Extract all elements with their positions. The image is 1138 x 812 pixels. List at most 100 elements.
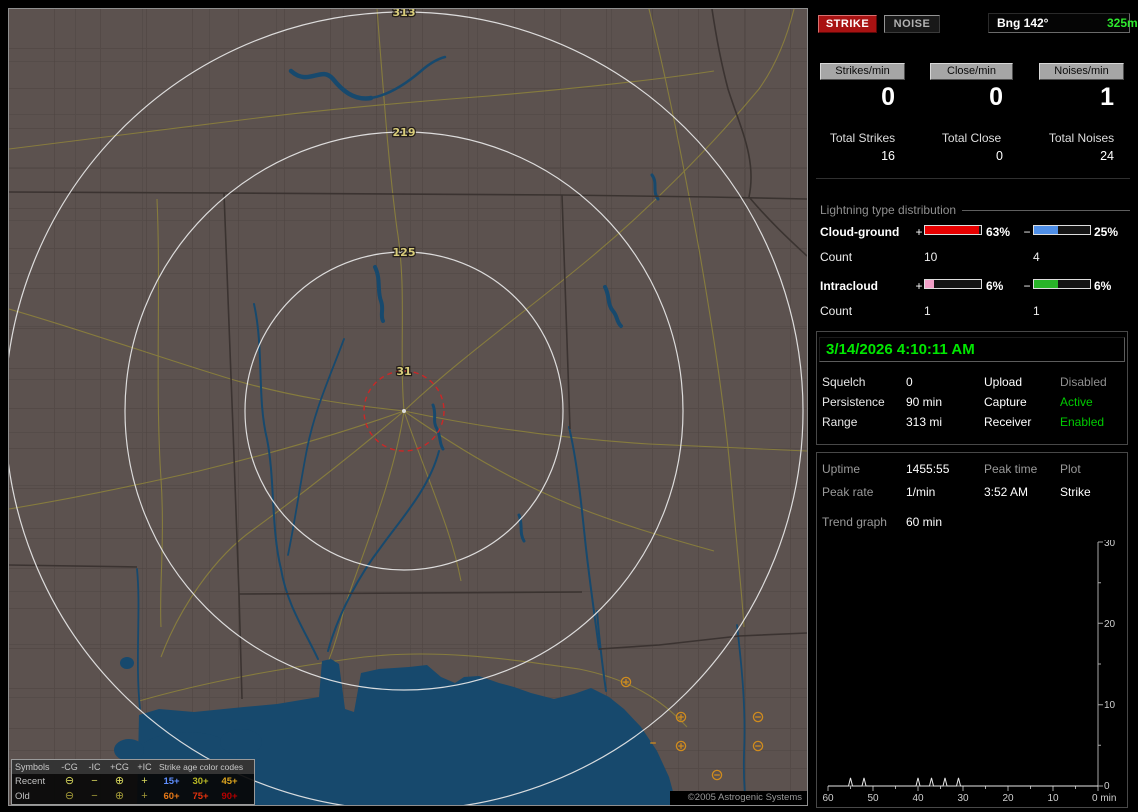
x-tick-50: 50 xyxy=(867,793,879,804)
count-label: Count xyxy=(820,304,853,318)
x-tick-20: 20 xyxy=(1002,793,1014,804)
ic-count-row: Count 1 1 xyxy=(820,304,1132,318)
y-tick-30: 30 xyxy=(1104,540,1116,549)
cloud-ground-label: Cloud-ground xyxy=(820,225,900,239)
cg-minus-count: 4 xyxy=(1033,250,1040,264)
x-tick-10: 10 xyxy=(1047,793,1059,804)
plot-label: Plot xyxy=(1060,462,1081,476)
strikes-per-min-badge: Strikes/min xyxy=(820,63,905,80)
range-label: Range xyxy=(822,415,858,429)
status-row-persistence: Persistence 90 min Capture Active xyxy=(818,395,1132,413)
ic-plus-percent: 6% xyxy=(986,279,1004,293)
cg-count-row: Count 10 4 xyxy=(820,250,1132,264)
distribution-title-text: Lightning type distribution xyxy=(820,203,957,217)
x-tick-60: 60 xyxy=(822,793,834,804)
upload-label: Upload xyxy=(984,375,1023,389)
cloud-ground-row: Cloud-ground + 63% − 25% xyxy=(820,225,1132,240)
radar-map[interactable]: 313 219 125 31 xyxy=(9,9,807,805)
persistence-label: Persistence xyxy=(822,395,885,409)
range-ring-label: 125 xyxy=(393,246,416,259)
trend-axes xyxy=(828,542,1099,787)
legend-old-row: Old ⊖ − ⊕ + 60+ 75+ 90+ xyxy=(12,789,254,804)
ic-plus-count: 1 xyxy=(924,304,931,318)
total-close-value: 0 xyxy=(996,149,1003,163)
age-30: 30+ xyxy=(192,776,209,787)
persistence-value: 90 min xyxy=(906,395,943,409)
uptime-label: Uptime xyxy=(822,462,861,476)
uptime-value: 1455:55 xyxy=(906,462,950,476)
age-60: 60+ xyxy=(163,791,180,802)
receiver-location-dot xyxy=(402,409,406,413)
map-legend: Symbols -CG -IC +CG +IC Strike age color… xyxy=(11,759,255,805)
copyright-text: ©2005 Astrogenic Systems xyxy=(670,791,807,805)
status-row-range: Range 313 mi Receiver Enabled xyxy=(818,415,1132,433)
system-datetime: 3/14/2026 4:10:11 AM xyxy=(819,337,1125,362)
peak-rate-value: 1/min xyxy=(906,485,936,499)
bearing-indicator: Bng 142° 325mi xyxy=(988,13,1138,33)
legend-old-label: Old xyxy=(15,791,30,802)
total-noises-value: 24 xyxy=(1100,149,1114,163)
noises-per-min-value: 1 xyxy=(1100,83,1114,111)
trend-row: Trend graph 60 min xyxy=(818,515,1132,533)
noises-per-min-badge: Noises/min xyxy=(1039,63,1124,80)
circle-minus-icon: ⊖ xyxy=(64,775,75,787)
trend-line xyxy=(828,777,1098,787)
legend-recent-label: Recent xyxy=(15,776,46,787)
cg-minus-percent: 25% xyxy=(1094,225,1119,239)
trend-graph: 30 20 10 0 60 50 40 30 20 10 0 min xyxy=(822,540,1116,804)
total-noises-label: Total Noises xyxy=(1048,131,1115,145)
capture-label: Capture xyxy=(984,395,1027,409)
ic-minus-bar xyxy=(1033,279,1091,289)
peak-time-value: 3:52 AM xyxy=(984,485,1029,499)
age-45: 45+ xyxy=(221,776,238,787)
legend-col-pcg: +CG xyxy=(110,762,129,772)
range-ring-label: 31 xyxy=(396,365,411,378)
y-ticks xyxy=(1098,541,1103,787)
session-row-1: Uptime 1455:55 Peak time Plot xyxy=(818,462,1132,480)
circle-plus-icon: ⊕ xyxy=(114,775,125,787)
upload-status: Disabled xyxy=(1060,375,1107,389)
capture-status: Active xyxy=(1060,395,1093,409)
squelch-value: 0 xyxy=(906,375,913,389)
legend-col-ncg: -CG xyxy=(61,762,78,772)
plot-value: Strike xyxy=(1060,485,1091,499)
cg-plus-bar xyxy=(924,225,982,235)
status-row-squelch: Squelch 0 Upload Disabled xyxy=(818,375,1132,393)
trend-graph-label: Trend graph xyxy=(822,515,887,529)
divider xyxy=(816,178,1130,179)
cg-plus-count: 10 xyxy=(924,250,938,264)
sidebar: STRIKE NOISE Bng 142° 325mi Strikes/min … xyxy=(812,0,1138,812)
plus-icon: + xyxy=(141,775,148,787)
legend-recent-row: Recent ⊖ − ⊕ + 15+ 30+ 45+ xyxy=(12,774,254,789)
app-window: { "toolbar": { "strike": "STRIKE", "nois… xyxy=(0,0,1138,812)
legend-age-header: Strike age color codes xyxy=(159,762,244,772)
legend-symbols-header: Symbols xyxy=(15,762,50,772)
legend-col-nic: -IC xyxy=(88,762,101,772)
radar-map-panel[interactable]: 313 219 125 31 Symbols -CG -IC +CG +IC Stri… xyxy=(8,8,808,806)
bearing-value: Bng 142° xyxy=(997,16,1049,30)
y-tick-0: 0 xyxy=(1104,781,1110,792)
count-label: Count xyxy=(820,250,853,264)
x-tick-0-min: 0 min xyxy=(1092,793,1116,804)
x-ticks xyxy=(827,786,1099,791)
plus-sign: + xyxy=(915,279,923,293)
legend-header-row: Symbols -CG -IC +CG +IC Strike age color… xyxy=(12,760,254,774)
age-75: 75+ xyxy=(192,791,209,802)
total-close-label: Total Close xyxy=(941,131,1002,145)
total-strikes-label: Total Strikes xyxy=(829,131,896,145)
circle-plus-icon: ⊕ xyxy=(114,790,125,802)
squelch-label: Squelch xyxy=(822,375,866,389)
strikes-per-min-value: 0 xyxy=(881,83,895,111)
range-value: 313 mi xyxy=(906,415,943,429)
plus-icon: + xyxy=(141,790,148,802)
noise-mode-button[interactable]: NOISE xyxy=(884,15,940,33)
close-per-min-badge: Close/min xyxy=(930,63,1013,80)
range-ring-label: 313 xyxy=(393,9,416,19)
close-per-min-value: 0 xyxy=(989,83,1003,111)
age-15: 15+ xyxy=(163,776,180,787)
minus-icon: − xyxy=(91,790,98,802)
session-row-2: Peak rate 1/min 3:52 AM Strike xyxy=(818,485,1132,503)
intracloud-label: Intracloud xyxy=(820,279,879,293)
minus-icon: − xyxy=(91,775,98,787)
strike-mode-button[interactable]: STRIKE xyxy=(818,15,877,33)
